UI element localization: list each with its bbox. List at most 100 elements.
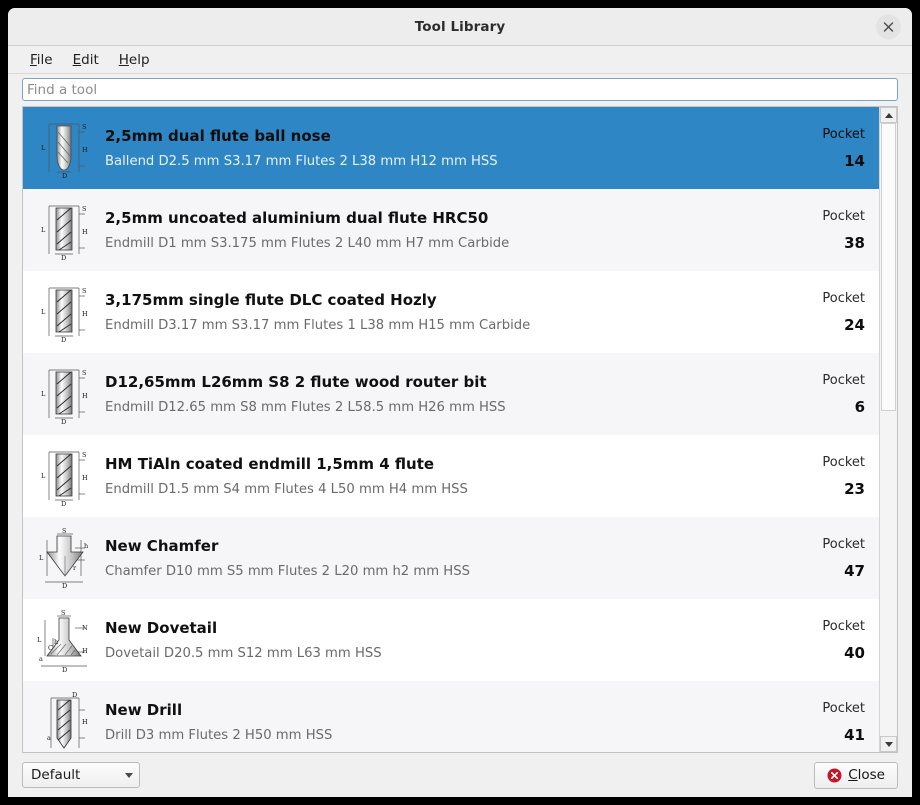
tool-item-details: Dovetail D20.5 mm S12 mm L63 mm HSS: [105, 646, 382, 661]
pocket-label: Pocket: [822, 700, 865, 716]
chevron-down-icon: [125, 772, 133, 778]
tool-list-item[interactable]: L S H D HM TiAln coated endmill 1,5mm 4 flut…: [23, 435, 879, 517]
svg-text:a: a: [39, 655, 43, 663]
tool-list-item[interactable]: L S H D D12,65mm L26mm S8 2 flute wood route…: [23, 353, 879, 435]
svg-text:L: L: [41, 472, 46, 480]
scrollbar-up-button[interactable]: [880, 107, 897, 123]
svg-text:D: D: [61, 500, 66, 508]
pocket-number: 41: [844, 725, 865, 744]
tool-list-item[interactable]: L S H D 3,175mm single flute DLC coated Hozl…: [23, 271, 879, 353]
tool-list-item[interactable]: L S H D 2,5mm dual flute ball nose Ballend D2…: [23, 107, 879, 189]
tool-list-item[interactable]: L S N Hh Ca D New Dovetail Dovetail D20.5 mm S1…: [23, 599, 879, 681]
pocket-label: Pocket: [822, 290, 865, 306]
scroll-up-arrow-icon: [884, 112, 893, 118]
menubar: File Edit Help: [8, 46, 912, 74]
window-close-button[interactable]: [876, 14, 901, 39]
menu-edit-mnemonic: E: [72, 51, 82, 68]
svg-text:h: h: [54, 638, 58, 646]
svg-text:S: S: [82, 123, 86, 131]
pocket-label: Pocket: [822, 372, 865, 388]
svg-text:D: D: [62, 172, 67, 180]
svg-text:h: h: [84, 542, 88, 550]
pocket-label: Pocket: [822, 126, 865, 142]
menu-file[interactable]: File: [30, 52, 53, 68]
tool-item-pocket: Pocket 23: [765, 455, 879, 498]
search-container: [8, 74, 912, 106]
scrollbar-down-button[interactable]: [880, 736, 897, 752]
cancel-icon: [827, 768, 842, 782]
pocket-number: 23: [844, 479, 865, 498]
svg-text:D: D: [62, 582, 67, 590]
svg-text:S: S: [82, 369, 86, 377]
svg-text:L: L: [37, 636, 42, 644]
menu-help-rest: elp: [128, 51, 150, 68]
tool-item-pocket: Pocket 6: [765, 373, 879, 416]
svg-text:S: S: [82, 451, 86, 459]
svg-text:L: L: [39, 554, 44, 562]
close-icon: [883, 21, 894, 32]
svg-text:D: D: [61, 418, 66, 426]
svg-text:H: H: [82, 392, 88, 400]
svg-text:C: C: [48, 644, 53, 652]
tool-item-text: HM TiAln coated endmill 1,5mm 4 flute End…: [95, 455, 765, 497]
window-title: Tool Library: [414, 18, 506, 35]
tool-item-text: 2,5mm dual flute ball nose Ballend D2.5 m…: [95, 127, 765, 169]
svg-text:D: D: [61, 336, 66, 344]
close-button-rest: lose: [857, 767, 885, 783]
svg-text:H: H: [82, 647, 88, 655]
close-button[interactable]: Close: [814, 761, 898, 789]
pocket-number: 38: [844, 233, 865, 252]
menu-help-mnemonic: H: [118, 51, 129, 68]
tool-item-pocket: Pocket 14: [765, 127, 879, 170]
tool-item-name: 2,5mm uncoated aluminium dual flute HRC5…: [105, 209, 489, 227]
tool-item-text: D12,65mm L26mm S8 2 flute wood router bi…: [95, 373, 765, 415]
tool-item-pocket: Pocket 38: [765, 209, 879, 252]
tool-item-text: 2,5mm uncoated aluminium dual flute HRC5…: [95, 209, 765, 251]
bottom-bar: Default Close: [8, 753, 912, 797]
drill-tool-icon: D Ha: [33, 689, 95, 752]
vertical-scrollbar[interactable]: [879, 107, 897, 752]
svg-text:D: D: [62, 666, 67, 672]
tool-item-name: 2,5mm dual flute ball nose: [105, 127, 331, 145]
tool-item-details: Chamfer D10 mm S5 mm Flutes 2 L20 mm h2 …: [105, 564, 470, 579]
svg-text:L: L: [41, 308, 46, 316]
tool-item-name: New Drill: [105, 701, 183, 719]
tool-list[interactable]: L S H D 2,5mm dual flute ball nose Ballend D2…: [23, 107, 879, 752]
tool-item-text: New Dovetail Dovetail D20.5 mm S12 mm L63…: [95, 619, 765, 661]
tool-item-text: New Drill Drill D3 mm Flutes 2 H50 mm HSS: [95, 701, 765, 743]
search-input[interactable]: [22, 78, 898, 101]
tool-item-details: Endmill D1.5 mm S4 mm Flutes 4 L50 mm H4…: [105, 482, 468, 497]
pocket-label: Pocket: [822, 618, 865, 634]
close-button-mnemonic: C: [848, 767, 858, 783]
tool-item-details: Endmill D12.65 mm S8 mm Flutes 2 L58.5 m…: [105, 400, 506, 415]
tool-list-area: L S H D 2,5mm dual flute ball nose Ballend D2…: [22, 106, 898, 753]
window-titlebar: Tool Library: [8, 8, 912, 46]
menu-file-mnemonic: F: [30, 51, 37, 68]
scrollbar-thumb[interactable]: [881, 123, 896, 411]
svg-text:a: a: [47, 734, 51, 742]
svg-text:H: H: [82, 228, 88, 236]
endmill-tool-icon: L S H D: [33, 279, 95, 345]
menu-edit[interactable]: Edit: [73, 52, 99, 68]
tool-item-name: New Chamfer: [105, 537, 219, 555]
svg-text:L: L: [41, 390, 46, 398]
endmill-tool-icon: L S H D: [33, 361, 95, 427]
tool-list-item[interactable]: L Sh r D New Chamfer Chamfer D10 mm S5 mm Flu…: [23, 517, 879, 599]
pocket-label: Pocket: [822, 536, 865, 552]
tool-item-details: Ballend D2.5 mm S3.17 mm Flutes 2 L38 mm…: [105, 154, 498, 169]
menu-help[interactable]: Help: [119, 52, 150, 68]
scrollbar-track[interactable]: [880, 123, 897, 736]
pocket-number: 24: [844, 315, 865, 334]
tool-item-name: HM TiAln coated endmill 1,5mm 4 flute: [105, 455, 435, 473]
svg-text:D: D: [72, 691, 77, 699]
tool-list-item[interactable]: L S H D 2,5mm uncoated aluminium dual flute …: [23, 189, 879, 271]
tool-item-pocket: Pocket 41: [765, 701, 879, 744]
menu-edit-rest: dit: [81, 51, 99, 68]
tool-list-item[interactable]: D Ha New Drill Drill D3 mm Flutes 2 H50 mm …: [23, 681, 879, 752]
scroll-down-arrow-icon: [884, 741, 893, 747]
svg-text:N: N: [82, 624, 88, 632]
tool-item-name: D12,65mm L26mm S8 2 flute wood router bi…: [105, 373, 487, 391]
svg-text:S: S: [82, 205, 86, 213]
pocket-number: 40: [844, 643, 865, 662]
tool-table-select[interactable]: Default: [22, 762, 140, 788]
